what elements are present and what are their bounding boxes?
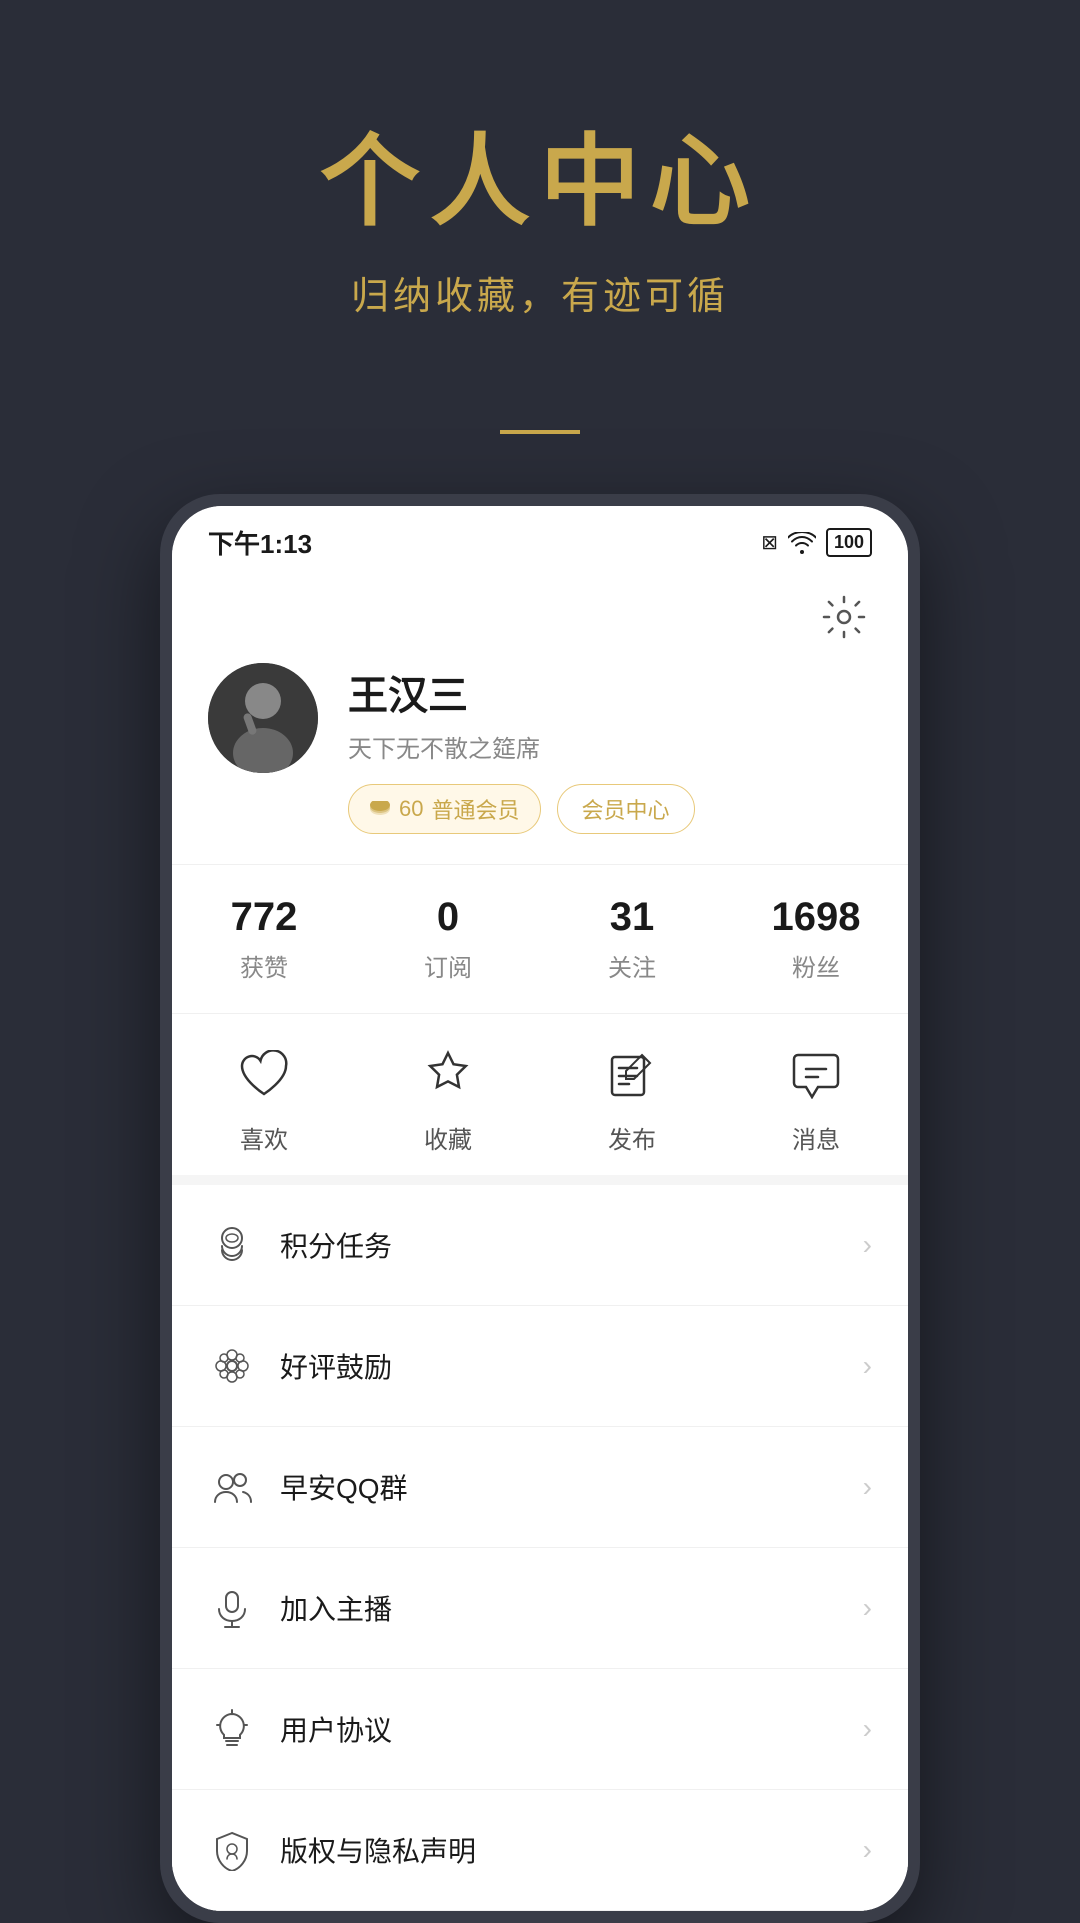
menu-label-points: 积分任务 — [280, 1225, 839, 1265]
member-badge[interactable]: 60 普通会员 — [348, 784, 541, 834]
username: 王汉三 — [348, 663, 872, 721]
battery-icon: 100 — [826, 528, 872, 557]
action-message[interactable]: 消息 — [724, 1044, 908, 1155]
flower-icon — [208, 1342, 256, 1390]
page-title: 个人中心 — [0, 100, 1080, 245]
menu-item-review[interactable]: 好评鼓励 › — [172, 1306, 908, 1427]
bulb-icon — [208, 1705, 256, 1753]
profile-info: 王汉三 天下无不散之筵席 60 普通会员 会员中心 — [348, 663, 872, 834]
action-collect[interactable]: 收藏 — [356, 1044, 540, 1155]
action-publish-label: 发布 — [608, 1120, 656, 1155]
settings-row — [172, 573, 908, 653]
menu-section: 积分任务 › — [172, 1175, 908, 1911]
menu-label-agreement: 用户协议 — [280, 1709, 839, 1749]
chevron-right-icon-2: › — [863, 1350, 872, 1382]
menu-label-broadcaster: 加入主播 — [280, 1588, 839, 1628]
action-like-label: 喜欢 — [240, 1120, 288, 1155]
chevron-right-icon-5: › — [863, 1713, 872, 1745]
member-center-button[interactable]: 会员中心 — [557, 784, 695, 834]
phone-screen: 下午1:13 ⊠ 100 — [172, 506, 908, 1911]
stat-following[interactable]: 31 关注 — [540, 895, 724, 983]
menu-item-agreement[interactable]: 用户协议 › — [172, 1669, 908, 1790]
menu-item-privacy[interactable]: 版权与隐私声明 › — [172, 1790, 908, 1911]
wifi-icon — [788, 532, 816, 554]
app-content: 王汉三 天下无不散之筵席 60 普通会员 会员中心 — [172, 573, 908, 1911]
profile-section: 王汉三 天下无不散之筵席 60 普通会员 会员中心 — [172, 653, 908, 864]
menu-item-points[interactable]: 积分任务 › — [172, 1185, 908, 1306]
stats-section: 772 获赞 0 订阅 31 关注 1698 粉丝 — [172, 864, 908, 1013]
status-bar: 下午1:13 ⊠ 100 — [172, 506, 908, 573]
chevron-right-icon: › — [863, 1229, 872, 1261]
sim-icon: ⊠ — [761, 530, 778, 555]
shield-icon — [208, 1826, 256, 1874]
menu-item-broadcaster[interactable]: 加入主播 › — [172, 1548, 908, 1669]
actions-section: 喜欢 收藏 — [172, 1013, 908, 1175]
bio: 天下无不散之筵席 — [348, 729, 872, 764]
menu-label-qq: 早安QQ群 — [280, 1467, 839, 1507]
edit-icon — [602, 1044, 662, 1104]
action-publish[interactable]: 发布 — [540, 1044, 724, 1155]
header-divider — [500, 430, 580, 434]
chevron-right-icon-3: › — [863, 1471, 872, 1503]
mic-icon — [208, 1584, 256, 1632]
menu-label-privacy: 版权与隐私声明 — [280, 1830, 839, 1870]
menu-item-qq[interactable]: 早安QQ群 › — [172, 1427, 908, 1548]
group-icon — [208, 1463, 256, 1511]
stat-subscriptions[interactable]: 0 订阅 — [356, 895, 540, 983]
phone-frame: 下午1:13 ⊠ 100 — [160, 494, 920, 1923]
stat-followers[interactable]: 1698 粉丝 — [724, 895, 908, 983]
settings-button[interactable] — [816, 589, 872, 645]
message-icon — [786, 1044, 846, 1104]
avatar[interactable] — [208, 663, 318, 773]
status-time: 下午1:13 — [208, 524, 312, 561]
status-icons: ⊠ 100 — [761, 528, 872, 557]
chevron-right-icon-6: › — [863, 1834, 872, 1866]
page-header: 个人中心 归纳收藏，有迹可循 — [0, 0, 1080, 380]
action-collect-label: 收藏 — [424, 1120, 472, 1155]
chevron-right-icon-4: › — [863, 1592, 872, 1624]
heart-icon — [234, 1044, 294, 1104]
action-message-label: 消息 — [792, 1120, 840, 1155]
badges-row: 60 普通会员 会员中心 — [348, 784, 872, 834]
menu-label-review: 好评鼓励 — [280, 1346, 839, 1386]
coins-icon — [208, 1221, 256, 1269]
action-like[interactable]: 喜欢 — [172, 1044, 356, 1155]
page-subtitle: 归纳收藏，有迹可循 — [0, 265, 1080, 320]
star-icon — [418, 1044, 478, 1104]
stat-likes[interactable]: 772 获赞 — [172, 895, 356, 983]
